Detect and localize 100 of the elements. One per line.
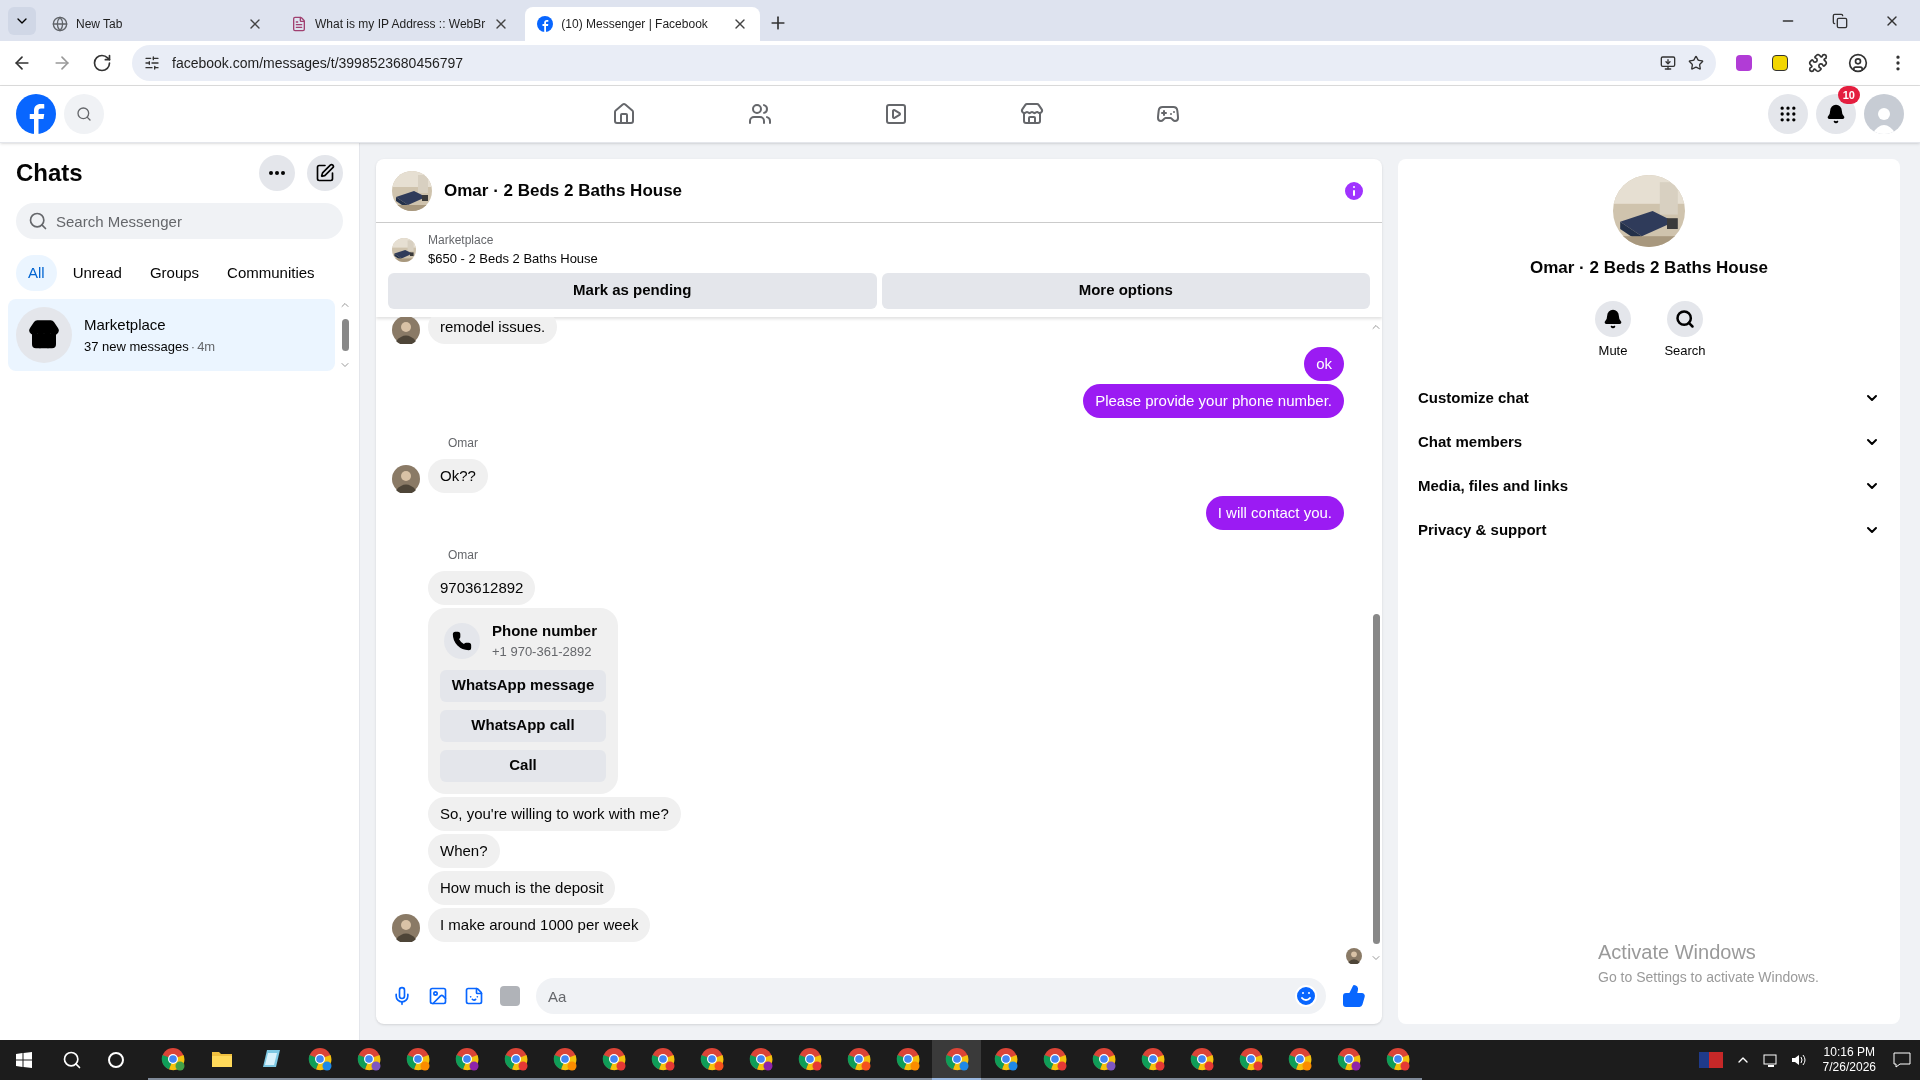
chrome-icon[interactable] <box>993 1047 1018 1071</box>
search-button[interactable] <box>1667 300 1703 337</box>
sender-name: Omar <box>448 434 479 452</box>
video-icon[interactable] <box>884 102 908 126</box>
menu-button[interactable] <box>1768 94 1808 134</box>
restore-icon[interactable] <box>1832 12 1848 29</box>
chat-name: Marketplace <box>84 315 167 335</box>
flag-icon[interactable] <box>1698 1052 1723 1068</box>
action-label: Mute <box>1598 341 1628 360</box>
received-message: Ok?? <box>428 458 488 493</box>
chrome-icon[interactable] <box>1189 1047 1214 1071</box>
image-icon[interactable] <box>428 986 448 1006</box>
mute-button[interactable] <box>1595 300 1631 337</box>
home-icon[interactable] <box>612 102 636 126</box>
filter-tab[interactable]: Unread <box>60 255 134 291</box>
scrollbar-thumb[interactable] <box>1372 614 1380 944</box>
search-icon <box>28 211 48 231</box>
tab-title: New Tab <box>76 16 124 33</box>
more-button[interactable] <box>259 155 295 191</box>
sent-message: Please provide your phone number. <box>1083 383 1344 418</box>
search-icon[interactable] <box>62 1050 82 1070</box>
like-icon[interactable] <box>1342 984 1366 1008</box>
chrome-icon[interactable] <box>503 1047 528 1071</box>
chrome-icon[interactable] <box>1336 1047 1361 1071</box>
section-label: Media, files and links <box>1418 475 1569 496</box>
extension-icon[interactable] <box>1772 55 1788 71</box>
browser-tab[interactable]: New Tab <box>40 7 275 41</box>
chrome-icon[interactable] <box>895 1047 920 1071</box>
bookmark-icon[interactable] <box>1688 55 1704 71</box>
chrome-icon[interactable] <box>1091 1047 1116 1071</box>
received-message: When? <box>428 833 500 868</box>
extensions-icon[interactable] <box>1808 53 1828 73</box>
profile-icon[interactable] <box>1848 53 1868 73</box>
chrome-icon[interactable] <box>1287 1047 1312 1071</box>
chrome-icon[interactable] <box>797 1047 822 1071</box>
chrome-icon[interactable] <box>601 1047 626 1071</box>
details-title: Omar · 2 Beds 2 Baths House <box>1529 257 1769 279</box>
friends-icon[interactable] <box>748 102 772 126</box>
phone-icon <box>452 630 472 651</box>
tab-search-button[interactable] <box>8 7 36 35</box>
chrome-icon[interactable] <box>405 1047 430 1071</box>
contact-action-button[interactable]: WhatsApp message <box>440 669 606 702</box>
compose-icon <box>315 163 335 183</box>
action-label: Search <box>1664 341 1706 360</box>
chrome-icon[interactable] <box>1238 1047 1263 1071</box>
listing-action-button[interactable]: More options <box>881 272 1370 309</box>
browser-tab[interactable]: (10) Messenger | Facebook <box>525 7 761 41</box>
chat-item[interactable]: Marketplace 37 new messages·4m <box>8 299 335 371</box>
chrome-icon[interactable] <box>1385 1047 1410 1071</box>
sender-name: Omar <box>448 546 479 564</box>
chrome-icon[interactable] <box>552 1047 577 1071</box>
avatar <box>1346 948 1362 964</box>
received-message: How much is the deposit <box>428 870 616 905</box>
message-field[interactable]: Aa <box>536 978 1326 1014</box>
chrome-icon[interactable] <box>1042 1047 1067 1071</box>
browser-tab[interactable]: What is my IP Address :: WebBr <box>279 7 522 41</box>
page-icon <box>291 16 307 32</box>
chat-time: 4m <box>197 337 216 356</box>
site-settings-icon[interactable] <box>144 55 160 71</box>
received-message: I make around 1000 per week <box>428 907 651 942</box>
chrome-icon[interactable] <box>356 1047 381 1071</box>
address-bar[interactable]: facebook.com/messages/t/3998523680456797 <box>132 45 1716 81</box>
phone-number: +1 970-361-2892 <box>492 643 593 661</box>
section-label: Chat members <box>1418 431 1523 452</box>
listing-source: Marketplace <box>428 232 495 249</box>
chrome-icon[interactable] <box>944 1047 969 1071</box>
search-field[interactable]: Search Messenger <box>16 203 343 239</box>
chrome-icon[interactable] <box>160 1047 185 1071</box>
install-icon[interactable] <box>1660 55 1676 71</box>
compose-button[interactable] <box>307 155 343 191</box>
filter-tab[interactable]: Communities <box>215 255 327 291</box>
notification-icon[interactable] <box>1892 1050 1912 1070</box>
activation-subtitle: Go to Settings to activate Windows. <box>1598 968 1820 987</box>
contact-action-button[interactable]: WhatsApp call <box>440 709 606 742</box>
chat-preview: 37 new messages <box>84 337 189 356</box>
chrome-icon[interactable] <box>748 1047 773 1071</box>
chrome-icon[interactable] <box>846 1047 871 1071</box>
microphone-icon[interactable] <box>392 986 412 1006</box>
contact-action-button[interactable]: Call <box>440 749 606 782</box>
reload-icon[interactable] <box>92 53 112 73</box>
chrome-icon[interactable] <box>307 1047 332 1071</box>
chrome-icon[interactable] <box>699 1047 724 1071</box>
marketplace-icon[interactable] <box>1020 102 1044 126</box>
cortana-icon[interactable] <box>108 1052 124 1068</box>
sticker-icon[interactable] <box>464 986 484 1006</box>
grid-icon <box>1778 104 1798 124</box>
chrome-icon[interactable] <box>650 1047 675 1071</box>
listing-action-button[interactable]: Mark as pending <box>388 272 877 309</box>
received-message: remodel issues. <box>428 316 558 344</box>
network-icon[interactable] <box>1762 1052 1779 1068</box>
section-label: Customize chat <box>1418 387 1529 408</box>
chrome-icon[interactable] <box>454 1047 479 1071</box>
filter-tab[interactable]: All <box>16 255 57 291</box>
facebook-icon <box>537 16 554 32</box>
volume-icon[interactable] <box>1790 1052 1807 1068</box>
facebook-logo[interactable] <box>16 94 56 134</box>
scrollbar-thumb[interactable] <box>341 319 349 351</box>
received-message: So, you're willing to work with me? <box>428 796 681 831</box>
chrome-icon[interactable] <box>1140 1047 1165 1071</box>
filter-tab[interactable]: Groups <box>137 255 212 291</box>
